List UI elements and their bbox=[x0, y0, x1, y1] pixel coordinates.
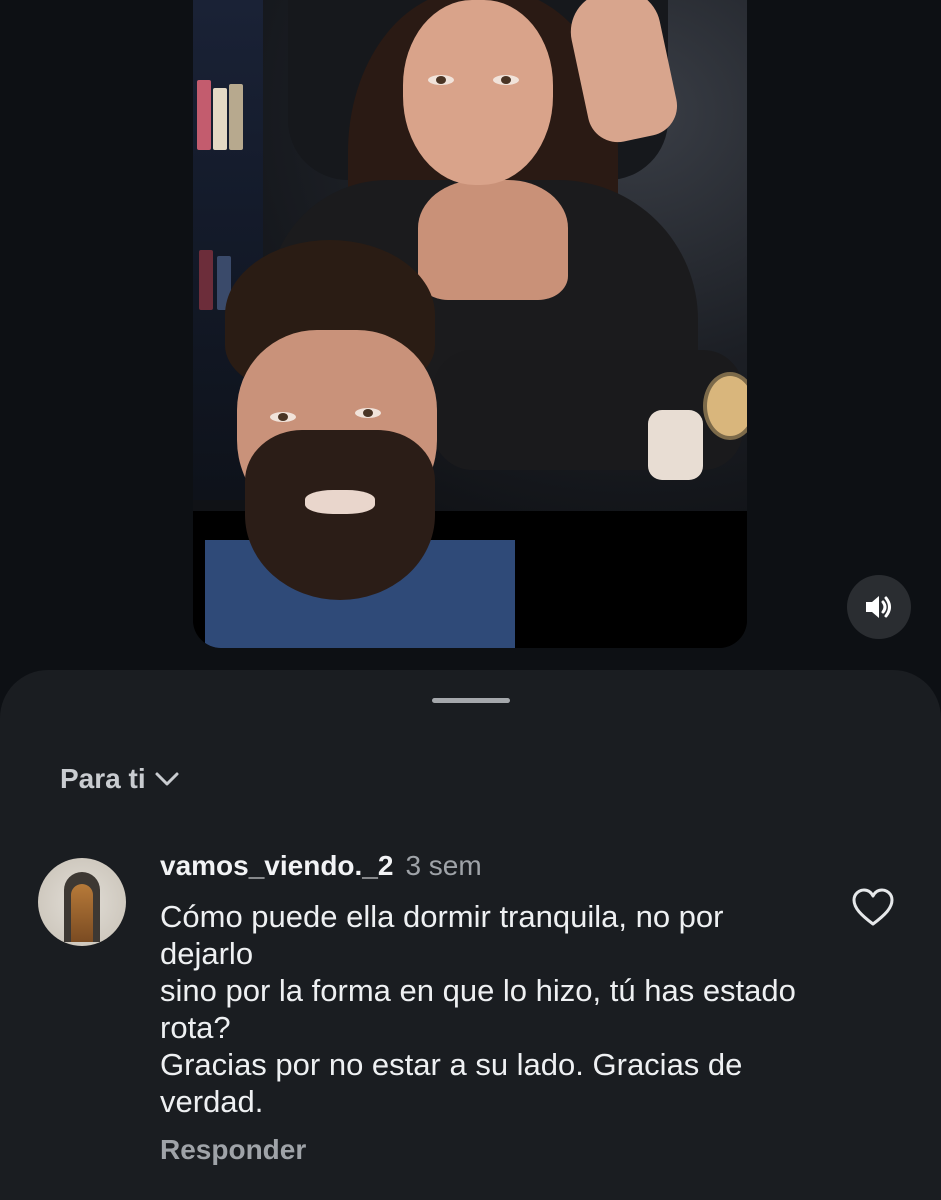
heart-outline-icon bbox=[852, 888, 894, 926]
comment-text: Cómo puede ella dormir tranquila, no por… bbox=[160, 899, 796, 1119]
reply-button[interactable]: Responder bbox=[160, 1134, 820, 1166]
comment-filter-dropdown[interactable]: Para ti bbox=[60, 763, 180, 795]
filter-label: Para ti bbox=[60, 763, 146, 794]
sticker-figure bbox=[648, 410, 703, 480]
comment-timestamp: 3 sem bbox=[405, 850, 482, 881]
chevron-down-icon bbox=[155, 772, 179, 786]
sound-toggle-button[interactable] bbox=[847, 575, 911, 639]
avatar[interactable] bbox=[38, 858, 126, 946]
sheet-drag-handle[interactable] bbox=[432, 698, 510, 703]
comments-sheet: Para ti vamos_viendo._2 3 sem Cómo puede… bbox=[0, 670, 941, 1200]
man-overlay bbox=[205, 240, 515, 648]
comment-content: vamos_viendo._2 3 sem Cómo puede ella do… bbox=[160, 850, 820, 1166]
speaker-volume-icon bbox=[866, 596, 891, 618]
like-button[interactable] bbox=[851, 888, 895, 928]
reel-screen: Para ti vamos_viendo._2 3 sem Cómo puede… bbox=[0, 0, 941, 1200]
video-player[interactable] bbox=[193, 0, 747, 648]
comment-username[interactable]: vamos_viendo._2 bbox=[160, 850, 393, 882]
comment-header: vamos_viendo._2 3 sem bbox=[160, 850, 820, 890]
